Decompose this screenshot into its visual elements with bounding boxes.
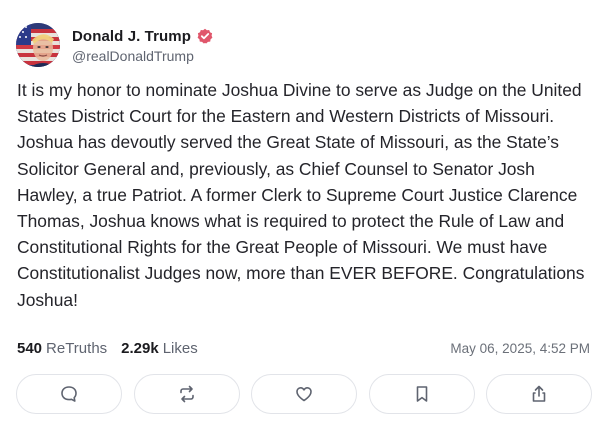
retruths-count[interactable]: 540 <box>17 340 42 357</box>
post-stats: 540 ReTruths 2.29k Likes May 06, 2025, 4… <box>17 338 590 358</box>
author-name-row: Donald J. Trump <box>72 26 213 46</box>
avatar-image <box>16 23 60 67</box>
avatar[interactable] <box>16 23 60 67</box>
repost-icon <box>179 385 194 403</box>
retruth-button[interactable] <box>133 374 240 414</box>
bookmark-button[interactable] <box>368 374 475 414</box>
verified-badge-icon <box>197 28 213 44</box>
heart-icon <box>296 387 312 402</box>
share-icon <box>532 385 546 402</box>
author-handle[interactable]: @realDonaldTrump <box>72 48 213 64</box>
likes-label[interactable]: Likes <box>163 340 198 357</box>
post-header: Donald J. Trump @realDonaldTrump <box>16 22 213 68</box>
author-info: Donald J. Trump @realDonaldTrump <box>72 26 213 64</box>
truth-post: Donald J. Trump @realDonaldTrump It is m… <box>0 0 602 447</box>
post-timestamp: May 06, 2025, 4:52 PM <box>450 340 590 356</box>
like-button[interactable] <box>251 374 357 414</box>
comment-icon <box>61 386 77 402</box>
share-button[interactable] <box>486 374 592 414</box>
post-text: It is my honor to nominate Joshua Divine… <box>17 80 585 310</box>
action-bar <box>16 374 592 418</box>
bookmark-icon <box>416 386 427 402</box>
retruths-label[interactable]: ReTruths <box>46 340 107 357</box>
likes-count[interactable]: 2.29k <box>121 340 159 357</box>
reply-button[interactable] <box>16 374 122 414</box>
author-display-name[interactable]: Donald J. Trump <box>72 28 191 45</box>
